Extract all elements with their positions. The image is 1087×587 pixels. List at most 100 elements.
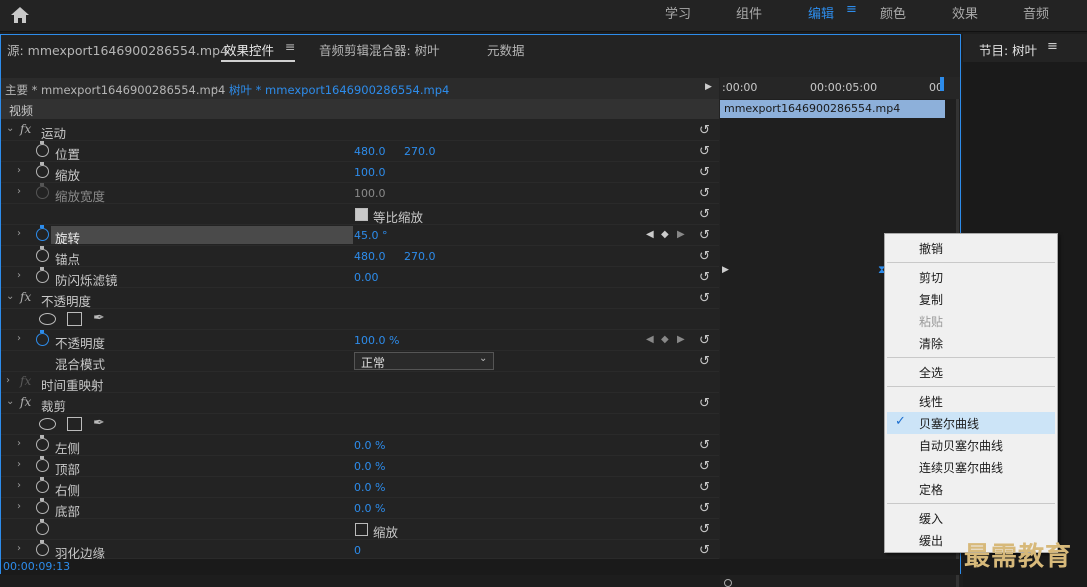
crop-top-row[interactable]: › 顶部 0.0 % ↺ bbox=[1, 456, 719, 477]
opacity-group-row[interactable]: ⌄ fx 不透明度 ↺ bbox=[1, 288, 719, 309]
next-keyframe-icon[interactable]: ▶ bbox=[677, 229, 685, 240]
position-y-value[interactable]: 270.0 bbox=[404, 145, 436, 158]
anchor-y-value[interactable]: 270.0 bbox=[404, 250, 436, 263]
rectangle-mask-icon[interactable] bbox=[67, 417, 82, 431]
reset-icon[interactable]: ↺ bbox=[699, 144, 710, 159]
fx-icon[interactable]: fx bbox=[20, 122, 31, 136]
add-keyframe-icon[interactable]: ◆ bbox=[661, 334, 669, 345]
stopwatch-icon[interactable] bbox=[36, 267, 49, 283]
menu-item-hold[interactable]: 定格 bbox=[919, 481, 943, 498]
crop-left-value[interactable]: 0.0 % bbox=[354, 439, 385, 452]
menu-item-clear[interactable]: 清除 bbox=[919, 335, 943, 352]
stopwatch-icon[interactable] bbox=[36, 246, 49, 262]
workspace-audio[interactable]: 音频 bbox=[1023, 3, 1049, 22]
expand-chevron-icon[interactable]: › bbox=[6, 375, 10, 386]
expand-chevron-icon[interactable]: › bbox=[17, 165, 21, 176]
reset-icon[interactable]: ↺ bbox=[699, 438, 710, 453]
reset-icon[interactable]: ↺ bbox=[699, 354, 710, 369]
zoom-checkbox[interactable] bbox=[355, 523, 368, 536]
expand-chevron-icon[interactable]: › bbox=[17, 333, 21, 344]
scale-value[interactable]: 100.0 bbox=[354, 166, 386, 179]
rectangle-mask-icon[interactable] bbox=[67, 312, 82, 326]
antiflicker-row[interactable]: › 防闪烁滤镜 0.00 ↺ bbox=[1, 267, 719, 288]
stopwatch-icon[interactable] bbox=[36, 477, 49, 493]
menu-item-bezier[interactable]: 贝塞尔曲线 bbox=[919, 415, 979, 432]
crop-bottom-value[interactable]: 0.0 % bbox=[354, 502, 385, 515]
stopwatch-icon[interactable] bbox=[36, 330, 49, 346]
stopwatch-icon[interactable] bbox=[36, 519, 49, 535]
scale-width-row[interactable]: › 缩放宽度 100.0 ↺ bbox=[1, 183, 719, 204]
menu-item-select-all[interactable]: 全选 bbox=[919, 364, 943, 381]
menu-item-copy[interactable]: 复制 bbox=[919, 291, 943, 308]
reset-icon[interactable]: ↺ bbox=[699, 186, 710, 201]
reset-icon[interactable]: ↺ bbox=[699, 249, 710, 264]
ellipse-mask-icon[interactable] bbox=[39, 313, 56, 325]
opacity-row[interactable]: › 不透明度 100.0 % ◀ ◆ ▶ ↺ bbox=[1, 330, 719, 351]
menu-item-linear[interactable]: 线性 bbox=[919, 393, 943, 410]
workspace-editing[interactable]: 编辑 bbox=[808, 3, 834, 22]
playhead[interactable] bbox=[940, 77, 944, 91]
uniform-scale-checkbox[interactable] bbox=[355, 208, 368, 221]
fx-icon[interactable]: fx bbox=[20, 290, 31, 304]
expand-chevron-icon[interactable]: › bbox=[17, 459, 21, 470]
current-timecode[interactable]: 00:00:09:13 bbox=[3, 560, 70, 573]
workspace-assembly[interactable]: 组件 bbox=[736, 3, 762, 22]
chevron-down-icon[interactable]: ⌄ bbox=[211, 81, 219, 92]
antiflicker-value[interactable]: 0.00 bbox=[354, 271, 379, 284]
prev-keyframe-icon[interactable]: ◀ bbox=[646, 229, 654, 240]
crop-right-value[interactable]: 0.0 % bbox=[354, 481, 385, 494]
stopwatch-icon[interactable] bbox=[36, 498, 49, 514]
stopwatch-icon[interactable] bbox=[36, 540, 49, 556]
panel-menu-icon[interactable]: ≡ bbox=[1047, 39, 1058, 54]
menu-item-undo[interactable]: 撤销 bbox=[919, 240, 943, 257]
menu-item-auto-bezier[interactable]: 自动贝塞尔曲线 bbox=[919, 437, 1003, 454]
reset-icon[interactable]: ↺ bbox=[699, 123, 710, 138]
reset-icon[interactable]: ↺ bbox=[699, 501, 710, 516]
rotation-row[interactable]: › 旋转 45.0 ° ◀ ◆ ▶ ↺ bbox=[1, 225, 719, 246]
reset-icon[interactable]: ↺ bbox=[699, 459, 710, 474]
expand-chevron-icon[interactable]: › bbox=[17, 228, 21, 239]
expand-chevron-icon[interactable]: ⌄ bbox=[6, 291, 14, 302]
zoom-handle-icon[interactable] bbox=[724, 579, 732, 587]
workspace-learn[interactable]: 学习 bbox=[665, 3, 691, 22]
clip-bar[interactable]: mmexport1646900286554.mp4 bbox=[720, 100, 945, 118]
pen-mask-icon[interactable]: ✒ bbox=[93, 415, 105, 431]
stopwatch-icon[interactable] bbox=[36, 435, 49, 451]
home-icon[interactable] bbox=[10, 6, 30, 24]
reset-icon[interactable]: ↺ bbox=[699, 396, 710, 411]
reset-icon[interactable]: ↺ bbox=[699, 207, 710, 222]
anchor-x-value[interactable]: 480.0 bbox=[354, 250, 386, 263]
fx-icon[interactable]: fx bbox=[20, 395, 31, 409]
add-keyframe-icon[interactable]: ◆ bbox=[661, 229, 669, 240]
motion-row[interactable]: ⌄ fx 运动 ↺ bbox=[1, 120, 719, 141]
blend-mode-row[interactable]: 混合模式 正常 ⌄ ↺ bbox=[1, 351, 719, 372]
opacity-value[interactable]: 100.0 % bbox=[354, 334, 399, 347]
crop-right-row[interactable]: › 右侧 0.0 % ↺ bbox=[1, 477, 719, 498]
stopwatch-icon[interactable] bbox=[36, 162, 49, 178]
reset-icon[interactable]: ↺ bbox=[699, 270, 710, 285]
anchor-row[interactable]: 锚点 480.0 270.0 ↺ bbox=[1, 246, 719, 267]
uniform-scale-row[interactable]: 等比缩放 ↺ bbox=[1, 204, 719, 225]
reset-icon[interactable]: ↺ bbox=[699, 522, 710, 537]
crop-zoom-row[interactable]: 缩放 ↺ bbox=[1, 519, 719, 540]
workspace-menu-icon[interactable]: ≡ bbox=[846, 2, 857, 17]
crop-bottom-row[interactable]: › 底部 0.0 % ↺ bbox=[1, 498, 719, 519]
rotation-value[interactable]: 45.0 ° bbox=[354, 229, 388, 242]
expand-chevron-icon[interactable]: › bbox=[17, 270, 21, 281]
expand-chevron-icon[interactable]: › bbox=[17, 543, 21, 554]
reset-icon[interactable]: ↺ bbox=[699, 291, 710, 306]
blend-mode-dropdown[interactable]: 正常 ⌄ bbox=[354, 352, 494, 370]
tab-source[interactable]: 源: mmexport1646900286554.mp4 bbox=[7, 40, 228, 59]
time-ruler[interactable]: :00:00 00:00:05:00 00 bbox=[720, 77, 960, 99]
position-x-value[interactable]: 480.0 bbox=[354, 145, 386, 158]
stopwatch-icon[interactable] bbox=[36, 456, 49, 472]
workspace-effects[interactable]: 效果 bbox=[952, 3, 978, 22]
expand-chevron-icon[interactable]: ⌄ bbox=[6, 123, 14, 134]
scale-row[interactable]: › 缩放 100.0 ↺ bbox=[1, 162, 719, 183]
prev-keyframe-icon[interactable]: ◀ bbox=[646, 334, 654, 345]
crop-left-row[interactable]: › 左侧 0.0 % ↺ bbox=[1, 435, 719, 456]
crop-row[interactable]: ⌄ fx 裁剪 ↺ bbox=[1, 393, 719, 414]
reset-icon[interactable]: ↺ bbox=[699, 165, 710, 180]
master-clip-label[interactable]: 主要 * mmexport1646900286554.mp4 bbox=[5, 82, 225, 98]
expand-chevron-icon[interactable]: › bbox=[17, 438, 21, 449]
